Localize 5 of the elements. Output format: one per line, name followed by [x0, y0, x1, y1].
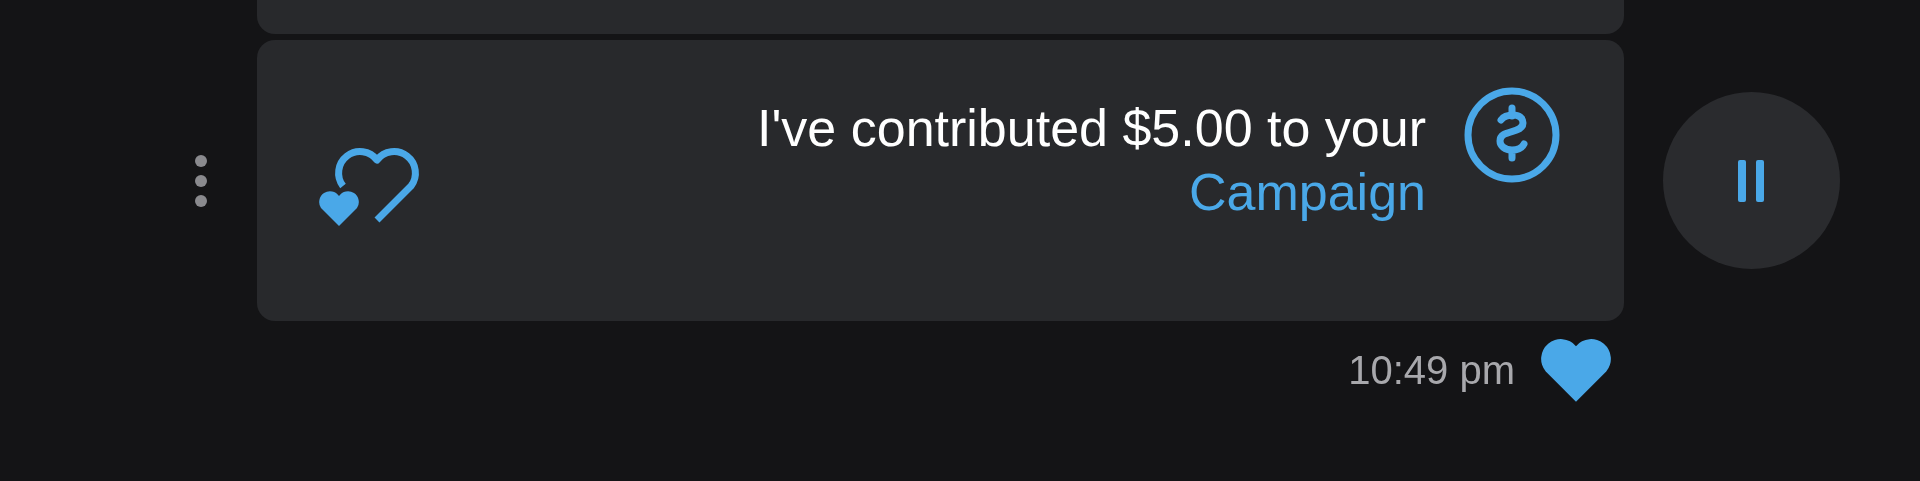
campaign-link[interactable]: Campaign	[1188, 163, 1426, 221]
dollar-coin-icon	[1463, 86, 1561, 184]
more-options-icon[interactable]	[194, 153, 208, 208]
message-text: I've contributed $5.00 to your Campaign	[755, 98, 1426, 223]
message-time: 10:49 pm	[1348, 347, 1515, 394]
